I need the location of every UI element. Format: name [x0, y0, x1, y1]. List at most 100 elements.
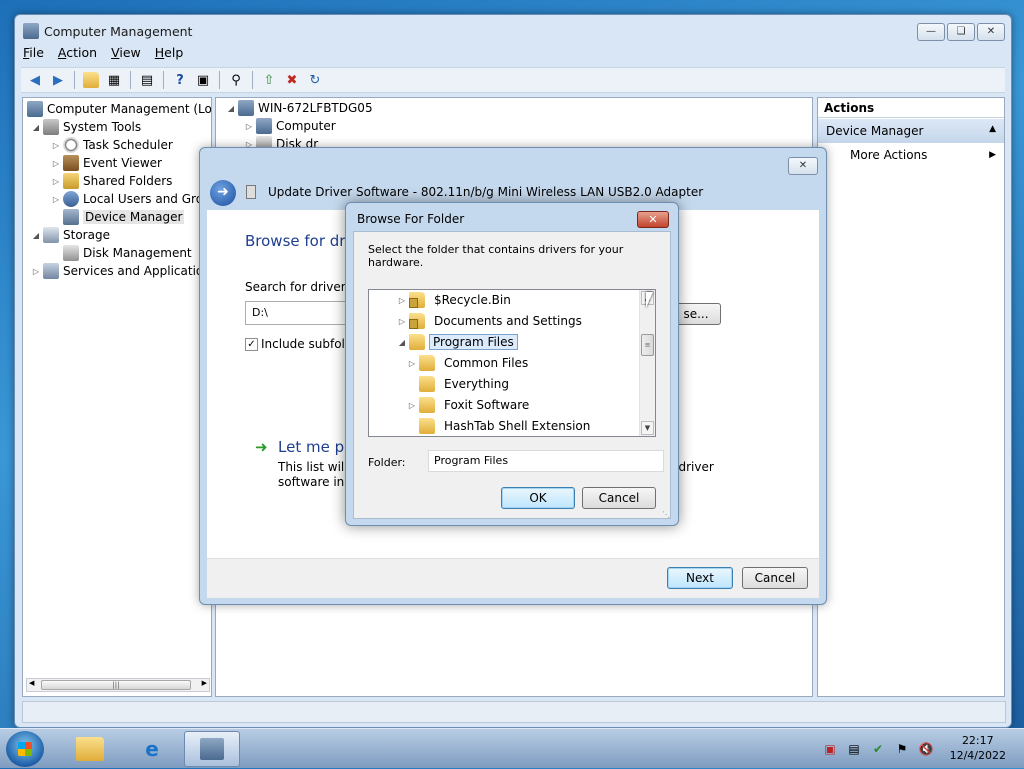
back-arrow-icon[interactable]: ◀ — [25, 70, 45, 90]
tree-item-system-tools[interactable]: ◢ System Tools — [31, 118, 141, 136]
tree-item-disk-management[interactable]: Disk Management — [63, 244, 192, 262]
help-icon[interactable]: ? — [170, 70, 190, 90]
locked-folder-icon — [409, 292, 425, 308]
scroll-left-arrow-icon[interactable]: ◀ — [29, 679, 34, 687]
show-hide-tree-icon[interactable]: ▦ — [104, 70, 124, 90]
start-button[interactable] — [6, 731, 44, 767]
collapsed-arrow-icon[interactable]: ▷ — [51, 159, 61, 168]
close-button[interactable]: ✕ — [788, 157, 818, 175]
taskbar-internet-explorer[interactable]: e — [124, 731, 180, 767]
network-error-icon[interactable]: ▣ — [822, 741, 838, 757]
tree-item-label: Shared Folders — [83, 174, 173, 188]
taskbar-explorer[interactable] — [62, 731, 118, 767]
clock[interactable]: 22:17 12/4/2022 — [950, 733, 1006, 763]
driver-path-input[interactable]: D:\ — [245, 301, 355, 325]
windows-logo-icon — [18, 742, 32, 756]
show-action-pane-icon[interactable]: ▣ — [193, 70, 213, 90]
folder-item-recycle-bin[interactable]: ▷ $Recycle.Bin — [397, 290, 516, 310]
actions-section-device-manager[interactable]: Device Manager ▲ — [818, 119, 1004, 143]
tree-item-storage[interactable]: ◢ Storage — [31, 226, 110, 244]
volume-muted-icon[interactable]: 🔇 — [918, 741, 934, 757]
folder-tree[interactable]: ▷ $Recycle.Bin ▷ Documents and Settings … — [368, 289, 656, 437]
cancel-button[interactable]: Cancel — [582, 487, 656, 509]
disable-device-icon[interactable]: ✖ — [282, 70, 302, 90]
menu-action[interactable]: Action — [58, 45, 97, 65]
back-arrow-icon[interactable]: ➜ — [210, 180, 236, 206]
vertical-scrollbar[interactable]: ▲ ≡ ▼ — [639, 290, 655, 436]
tree-item-device-manager[interactable]: Device Manager — [63, 208, 185, 226]
more-actions-item[interactable]: More Actions — [850, 148, 927, 162]
maximize-button[interactable]: ❏ — [947, 23, 975, 41]
horizontal-scrollbar[interactable]: ◀ ||| ▶ — [26, 678, 210, 692]
browse-for-folder-dialog: Browse For Folder ✕ Select the folder th… — [345, 202, 679, 526]
computer-icon — [238, 100, 254, 116]
ok-button[interactable]: OK — [501, 487, 575, 509]
cancel-button[interactable]: Cancel — [742, 567, 808, 589]
update-driver-icon[interactable]: ⇧ — [259, 70, 279, 90]
up-folder-icon[interactable] — [81, 70, 101, 90]
collapsed-arrow-icon[interactable]: ▷ — [31, 267, 41, 276]
scroll-thumb[interactable]: ||| — [41, 680, 191, 690]
folder-item-everything[interactable]: Everything — [419, 374, 514, 394]
services-icon — [43, 263, 59, 279]
next-button[interactable]: Next — [667, 567, 733, 589]
tree-item-shared-folders[interactable]: ▷ Shared Folders — [51, 172, 172, 190]
include-subfolders-row[interactable]: ✓ Include subfolde — [245, 337, 360, 351]
event-viewer-icon — [63, 155, 79, 171]
folder-label: Documents and Settings — [434, 314, 582, 328]
tree-item-local-users[interactable]: ▷ Local Users and Group — [51, 190, 211, 208]
folder-label: Common Files — [444, 356, 529, 370]
tree-item-computer-management[interactable]: Computer Management (Local — [27, 100, 211, 118]
collapse-arrow-icon[interactable]: ▲ — [989, 124, 996, 134]
tree-item-event-viewer[interactable]: ▷ Event Viewer — [51, 154, 162, 172]
collapsed-arrow-icon[interactable]: ▷ — [397, 296, 407, 305]
document-icon[interactable]: ▤ — [846, 741, 862, 757]
tree-item-services-applications[interactable]: ▷ Services and Applications — [31, 262, 211, 280]
close-button[interactable]: ✕ — [637, 211, 669, 228]
folder-item-hashtab[interactable]: HashTab Shell Extension — [419, 416, 595, 436]
tree-item-label: Event Viewer — [83, 156, 162, 170]
scroll-right-arrow-icon[interactable]: ▶ — [202, 679, 207, 687]
collapsed-arrow-icon[interactable]: ▷ — [244, 122, 254, 131]
actions-pane: Actions Device Manager ▲ More Actions ▶ — [817, 97, 1005, 697]
tree-item-task-scheduler[interactable]: ▷ Task Scheduler — [51, 136, 173, 154]
menu-view[interactable]: View — [111, 45, 141, 65]
include-subfolders-checkbox[interactable]: ✓ — [245, 337, 258, 351]
collapsed-arrow-icon[interactable]: ▷ — [51, 195, 61, 204]
menu-help[interactable]: Help — [155, 45, 184, 65]
folder-item-documents-settings[interactable]: ▷ Documents and Settings — [397, 311, 587, 331]
expanded-arrow-icon[interactable]: ◢ — [397, 338, 407, 347]
minimize-button[interactable]: — — [917, 23, 945, 41]
action-center-flag-icon[interactable]: ⚑ — [894, 741, 910, 757]
uninstall-device-icon[interactable]: ↻ — [305, 70, 325, 90]
scroll-thumb[interactable]: ≡ — [641, 334, 654, 356]
folder-icon — [419, 397, 435, 413]
folder-item-program-files[interactable]: ◢ Program Files — [397, 332, 518, 352]
forward-arrow-icon[interactable]: ▶ — [48, 70, 68, 90]
folder-name-input[interactable]: Program Files — [428, 450, 664, 472]
taskbar-computer-management[interactable] — [184, 731, 240, 767]
close-button[interactable]: ✕ — [977, 23, 1005, 41]
collapsed-arrow-icon[interactable]: ▷ — [51, 177, 61, 186]
collapsed-arrow-icon[interactable]: ▷ — [407, 401, 417, 410]
expanded-arrow-icon[interactable]: ◢ — [31, 123, 41, 132]
device-installed-icon[interactable]: ✔ — [870, 741, 886, 757]
computer-management-icon — [200, 738, 224, 760]
device-tree-computer[interactable]: ▷ Computer — [244, 117, 336, 135]
scan-hardware-icon[interactable]: ⚲ — [226, 70, 246, 90]
scroll-down-arrow-icon[interactable]: ▼ — [641, 421, 654, 435]
resize-grip-icon[interactable]: ⋱ — [662, 510, 670, 519]
driver-dialog-footer: Next Cancel — [207, 558, 819, 598]
device-tree-root[interactable]: ◢ WIN-672LFBTDG05 — [226, 99, 373, 117]
storage-icon — [43, 227, 59, 243]
taskbar: e ▣ ▤ ✔ ⚑ 🔇 22:17 12/4/2022 — [0, 728, 1024, 768]
folder-item-common-files[interactable]: ▷ Common Files — [407, 353, 533, 373]
expanded-arrow-icon[interactable]: ◢ — [226, 104, 236, 113]
expanded-arrow-icon[interactable]: ◢ — [31, 231, 41, 240]
collapsed-arrow-icon[interactable]: ▷ — [51, 141, 61, 150]
collapsed-arrow-icon[interactable]: ▷ — [397, 317, 407, 326]
properties-icon[interactable]: ▤ — [137, 70, 157, 90]
folder-item-foxit-software[interactable]: ▷ Foxit Software — [407, 395, 534, 415]
menu-file[interactable]: File — [23, 45, 44, 65]
collapsed-arrow-icon[interactable]: ▷ — [407, 359, 417, 368]
